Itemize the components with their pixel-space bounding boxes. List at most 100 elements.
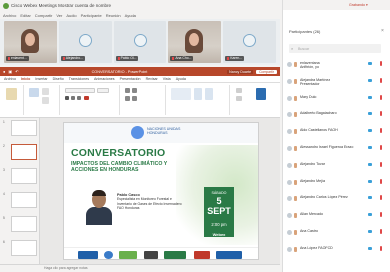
camera-icon[interactable] bbox=[368, 196, 372, 200]
menu-ver[interactable]: Ver bbox=[56, 13, 62, 18]
undo-icon[interactable]: ↶ bbox=[15, 69, 18, 74]
replace-icon[interactable] bbox=[236, 96, 242, 101]
new-slide-icon[interactable] bbox=[29, 88, 39, 97]
raise-hand-icon[interactable] bbox=[294, 95, 297, 101]
arrange-icon[interactable] bbox=[194, 88, 202, 100]
tab-insertar[interactable]: Insertar bbox=[35, 77, 47, 81]
mic-muted-icon[interactable] bbox=[380, 212, 382, 218]
mic-muted-icon[interactable] bbox=[380, 77, 382, 83]
camera-icon[interactable] bbox=[368, 230, 372, 233]
numbering-icon[interactable] bbox=[132, 88, 137, 93]
align-center-icon[interactable] bbox=[132, 96, 137, 101]
participant-row[interactable]: Aldo Castellanos FAOH bbox=[287, 127, 390, 137]
raise-hand-icon[interactable] bbox=[294, 78, 297, 84]
camera-icon[interactable] bbox=[368, 78, 372, 82]
autosave-icon[interactable]: ● bbox=[3, 69, 5, 74]
find-icon[interactable] bbox=[236, 88, 242, 93]
tab-diseno[interactable]: Diseño bbox=[53, 77, 64, 81]
tab-vista[interactable]: Vista bbox=[163, 77, 171, 81]
font-color-icon[interactable] bbox=[84, 96, 89, 100]
slide-thumbnail[interactable] bbox=[11, 216, 37, 232]
participant-row[interactable]: Ana Castro bbox=[287, 228, 390, 238]
camera-icon[interactable] bbox=[368, 146, 372, 149]
camera-icon[interactable] bbox=[368, 246, 372, 250]
menu-archivo[interactable]: Archivo bbox=[3, 13, 16, 18]
font-family-select[interactable] bbox=[65, 88, 95, 93]
mic-muted-icon[interactable] bbox=[380, 161, 382, 167]
video-tile[interactable]: Alejandro... bbox=[58, 21, 112, 63]
raise-hand-icon[interactable] bbox=[294, 146, 297, 151]
raise-hand-icon[interactable] bbox=[294, 62, 297, 67]
tab-archivo[interactable]: Archivo bbox=[4, 77, 16, 81]
mic-muted-icon[interactable] bbox=[380, 61, 382, 66]
reset-icon[interactable] bbox=[42, 97, 49, 104]
video-tile[interactable]: Ana Cho... bbox=[168, 21, 222, 63]
slide-thumbnail[interactable] bbox=[11, 192, 37, 208]
video-tile[interactable]: Pablo Ol... bbox=[113, 21, 167, 63]
tab-ayuda[interactable]: Ayuda bbox=[176, 77, 186, 81]
layout-icon[interactable] bbox=[42, 88, 49, 95]
camera-icon[interactable] bbox=[368, 95, 372, 99]
italic-icon[interactable] bbox=[71, 96, 75, 100]
paste-icon[interactable] bbox=[6, 88, 17, 100]
raise-hand-icon[interactable] bbox=[294, 179, 297, 185]
dictate-icon[interactable] bbox=[256, 88, 266, 100]
notes-bar[interactable]: Haga clic para agregar notas bbox=[0, 264, 280, 272]
mic-muted-icon[interactable] bbox=[380, 111, 382, 117]
raise-hand-icon[interactable] bbox=[294, 213, 297, 219]
mic-muted-icon[interactable] bbox=[380, 94, 382, 100]
slide-thumbnail[interactable] bbox=[11, 168, 37, 184]
tab-revisar[interactable]: Revisar bbox=[146, 77, 158, 81]
participant-row[interactable]: Alejandra Martínez Presentador bbox=[287, 77, 390, 87]
close-icon[interactable]: × bbox=[381, 28, 384, 34]
slide-thumbnail[interactable] bbox=[11, 240, 37, 256]
video-tile[interactable]: Karen... bbox=[223, 21, 276, 63]
menu-ayuda[interactable]: Ayuda bbox=[125, 13, 136, 18]
camera-icon[interactable] bbox=[368, 129, 372, 133]
participants-search[interactable]: ⌕ Buscar bbox=[289, 44, 381, 53]
camera-icon[interactable] bbox=[368, 162, 372, 166]
align-left-icon[interactable] bbox=[125, 96, 130, 101]
camera-icon[interactable] bbox=[368, 179, 372, 183]
slide-thumbnail[interactable] bbox=[11, 120, 37, 136]
mic-muted-icon[interactable] bbox=[380, 145, 382, 150]
tab-presentacion[interactable]: Presentación bbox=[120, 77, 141, 81]
tab-transiciones[interactable]: Transiciones bbox=[69, 77, 89, 81]
raise-hand-icon[interactable] bbox=[294, 129, 297, 135]
raise-hand-icon[interactable] bbox=[294, 162, 297, 168]
participant-row[interactable]: Alejandro Tovar bbox=[287, 161, 390, 171]
tab-animaciones[interactable]: Animaciones bbox=[94, 77, 115, 81]
participant-row[interactable]: Adalberto Bagaiacharo bbox=[287, 110, 390, 120]
mic-muted-icon[interactable] bbox=[380, 245, 382, 251]
camera-icon[interactable] bbox=[368, 112, 372, 116]
mic-muted-icon[interactable] bbox=[380, 195, 382, 201]
mic-muted-icon[interactable] bbox=[380, 178, 382, 184]
mic-muted-icon[interactable] bbox=[380, 229, 382, 234]
recording-indicator[interactable]: Grabando ▾ bbox=[349, 3, 368, 7]
raise-hand-icon[interactable] bbox=[294, 112, 297, 118]
bold-icon[interactable] bbox=[65, 96, 69, 100]
mic-muted-icon[interactable] bbox=[380, 128, 382, 134]
raise-hand-icon[interactable] bbox=[294, 196, 297, 202]
raise-hand-icon[interactable] bbox=[294, 246, 297, 252]
menu-reunion[interactable]: Reunión bbox=[106, 13, 121, 18]
account-name[interactable]: Nancy Duarte bbox=[227, 69, 254, 74]
camera-icon[interactable] bbox=[368, 213, 372, 217]
tab-inicio[interactable]: Inicio bbox=[21, 77, 30, 81]
participant-row[interactable]: Allan Mercado bbox=[287, 211, 390, 221]
participant-row[interactable]: Alejandro Mejía bbox=[287, 178, 390, 188]
bullets-icon[interactable] bbox=[125, 88, 130, 93]
video-tile[interactable]: enlavent... bbox=[4, 21, 57, 63]
font-size-select[interactable] bbox=[97, 88, 109, 93]
slide[interactable]: NACIONES UNIDAS HONDURAS CONVERSATORIO I… bbox=[63, 122, 259, 260]
underline-icon[interactable] bbox=[77, 96, 81, 100]
participant-row[interactable]: Alessandro Israel Figueroa Erazo bbox=[287, 144, 390, 154]
participant-row[interactable]: Mary Dulo bbox=[287, 94, 390, 104]
participant-row[interactable]: Alejandro Carlos López Pérez bbox=[287, 194, 390, 204]
slide-thumbnail-selected[interactable] bbox=[11, 144, 37, 160]
raise-hand-icon[interactable] bbox=[294, 230, 297, 235]
quick-styles-icon[interactable] bbox=[205, 88, 213, 100]
camera-icon[interactable] bbox=[368, 62, 372, 65]
menu-participante[interactable]: Participante bbox=[81, 13, 102, 18]
participant-row[interactable]: enlaventana Anfitrión, yo bbox=[287, 60, 390, 70]
